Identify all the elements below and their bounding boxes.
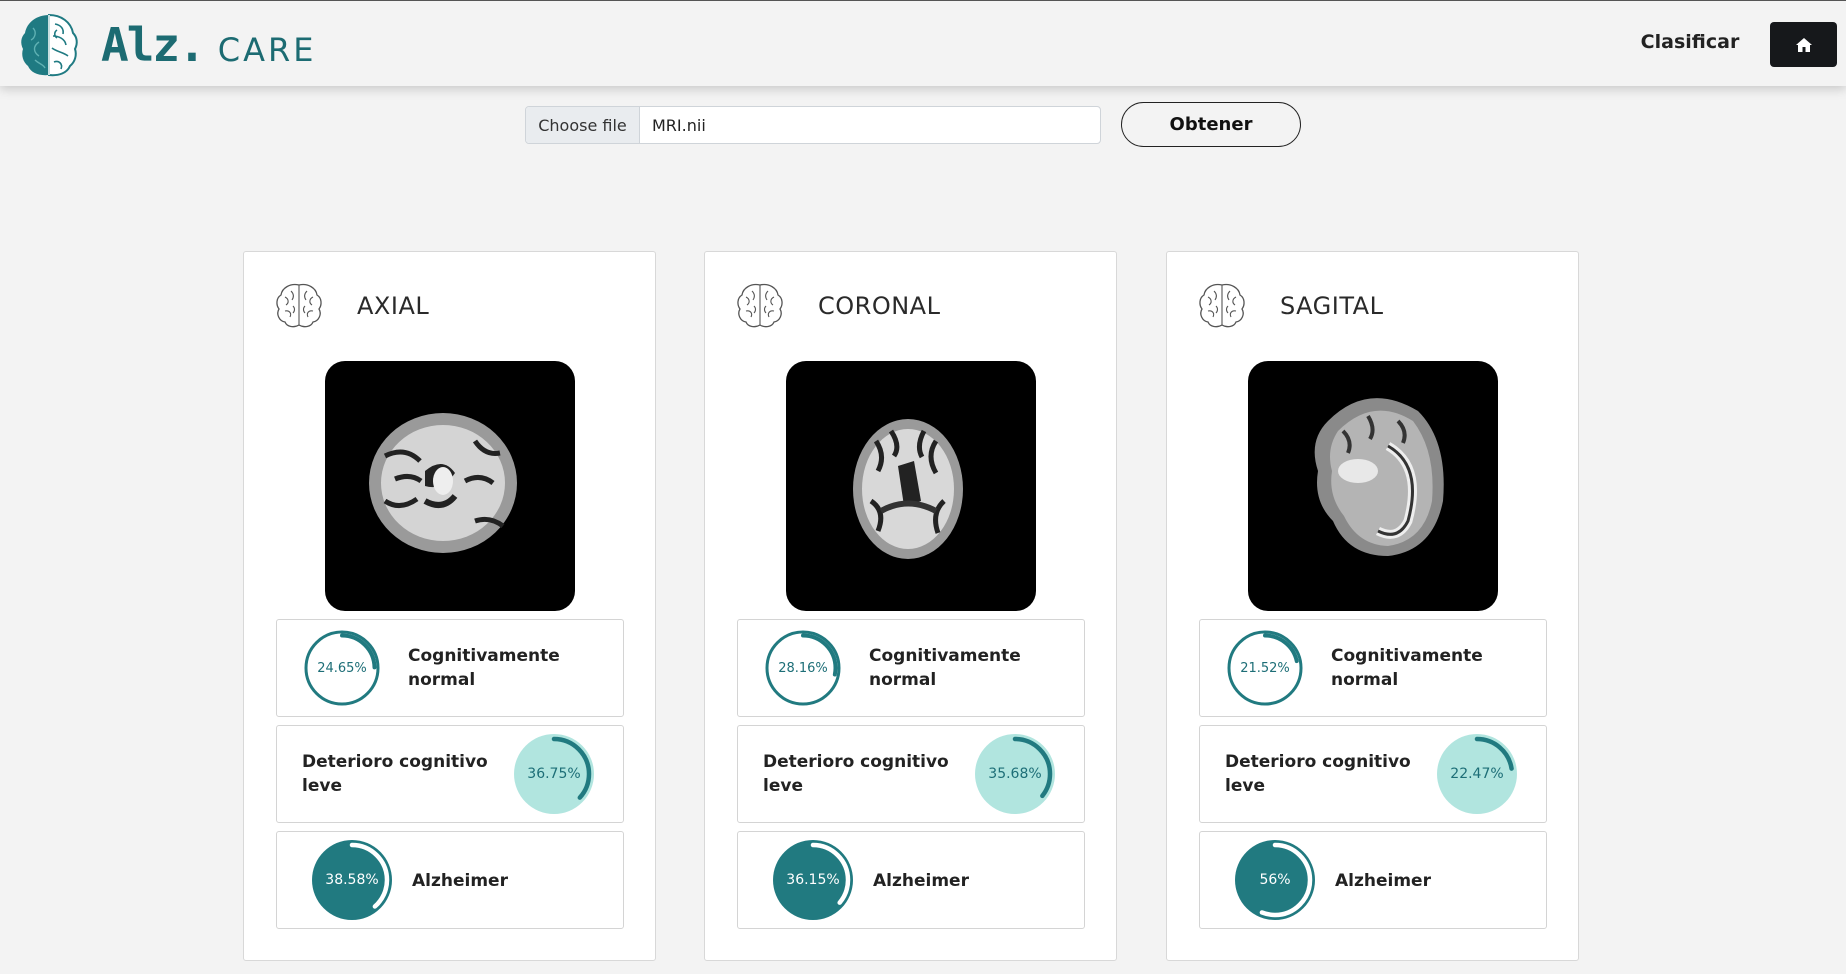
probability-value: 36.15%: [786, 872, 840, 888]
probability-value: 24.65%: [317, 660, 367, 676]
class-label-line2: leve: [1225, 776, 1265, 796]
class-label-line1: Deterioro cognitivo: [763, 752, 949, 772]
probability-value: 35.68%: [988, 766, 1042, 782]
class-label-line1: Deterioro cognitivo: [1225, 752, 1411, 772]
view-card-axial: AXIAL 24.65% Cognitivamente normal 36.75% Det…: [243, 251, 656, 961]
probability-value: 21.52%: [1240, 660, 1290, 676]
probability-value: 38.58%: [325, 872, 379, 888]
class-label: Cognitivamente normal: [408, 644, 560, 692]
mri-scan-axial: [325, 361, 575, 611]
class-label: Alzheimer: [1335, 869, 1431, 893]
view-card-sagital: SAGITAL 21.52% Cognitivamente normal 22.47% D…: [1166, 251, 1579, 961]
brain-icon: [734, 279, 786, 331]
selected-file-name: MRI.nii: [652, 115, 706, 135]
class-label: Alzheimer: [412, 869, 508, 893]
mri-scan-coronal: [786, 361, 1036, 611]
choose-file-button[interactable]: Choose file: [526, 107, 640, 143]
class-label: Alzheimer: [873, 869, 969, 893]
class-label-line1: Cognitivamente: [408, 646, 560, 666]
class-label-line2: normal: [1331, 670, 1399, 690]
probability-ring: 21.52%: [1224, 627, 1306, 709]
probability-value: 22.47%: [1450, 766, 1504, 782]
brain-icon: [273, 279, 325, 331]
brain-logo-icon: [21, 13, 78, 77]
card-title: CORONAL: [818, 292, 941, 320]
probability-ring: 24.65%: [301, 627, 383, 709]
class-label-line2: normal: [869, 670, 937, 690]
brand-alz: Alz.: [101, 18, 206, 72]
home-icon: [1795, 37, 1812, 52]
class-label: Cognitivamente normal: [869, 644, 1021, 692]
class-label-line2: leve: [763, 776, 803, 796]
result-row: 21.52% Cognitivamente normal: [1199, 619, 1547, 717]
result-row: 24.65% Cognitivamente normal: [276, 619, 624, 717]
card-title: SAGITAL: [1280, 292, 1384, 320]
brand-wordmark: Alz. CARE: [101, 18, 316, 72]
probability-ring: 28.16%: [762, 627, 844, 709]
result-row: 22.47% Deterioro cognitivo leve: [1199, 725, 1547, 823]
brain-icon: [1196, 279, 1248, 331]
probability-ring: 36.75%: [513, 733, 595, 815]
probability-value: 56%: [1259, 872, 1291, 888]
home-button[interactable]: [1770, 22, 1837, 67]
view-card-coronal: CORONAL 28.16% Cognitivamente normal 35.68% D…: [704, 251, 1117, 961]
class-label-line2: leve: [302, 776, 342, 796]
class-label-line2: normal: [408, 670, 476, 690]
brand-care: CARE: [217, 31, 317, 69]
probability-value: 36.75%: [527, 766, 581, 782]
class-label: Deterioro cognitivo leve: [302, 750, 488, 798]
probability-ring: 56%: [1234, 839, 1316, 921]
brand-logo[interactable]: Alz. CARE: [19, 12, 316, 78]
class-label-line1: Cognitivamente: [1331, 646, 1483, 666]
class-label: Deterioro cognitivo leve: [1225, 750, 1411, 798]
probability-value: 28.16%: [778, 660, 828, 676]
result-row: 28.16% Cognitivamente normal: [737, 619, 1085, 717]
class-label-line1: Alzheimer: [412, 871, 508, 891]
obtener-button[interactable]: Obtener: [1121, 102, 1301, 147]
file-upload-field[interactable]: Choose file MRI.nii: [525, 106, 1101, 144]
class-label-line1: Alzheimer: [1335, 871, 1431, 891]
mri-scan-sagital: [1248, 361, 1498, 611]
class-label-line1: Cognitivamente: [869, 646, 1021, 666]
probability-ring: 35.68%: [974, 733, 1056, 815]
result-row: 36.75% Deterioro cognitivo leve: [276, 725, 624, 823]
class-label-line1: Alzheimer: [873, 871, 969, 891]
navbar: Alz. CARE Clasificar: [0, 0, 1846, 86]
result-row: 35.68% Deterioro cognitivo leve: [737, 725, 1085, 823]
probability-ring: 36.15%: [772, 839, 854, 921]
class-label: Deterioro cognitivo leve: [763, 750, 949, 798]
result-row: 38.58% Alzheimer: [276, 831, 624, 929]
probability-ring: 22.47%: [1436, 733, 1518, 815]
class-label-line1: Deterioro cognitivo: [302, 752, 488, 772]
class-label: Cognitivamente normal: [1331, 644, 1483, 692]
result-row: 56% Alzheimer: [1199, 831, 1547, 929]
nav-clasificar-link[interactable]: Clasificar: [1620, 31, 1760, 53]
result-row: 36.15% Alzheimer: [737, 831, 1085, 929]
card-title: AXIAL: [357, 292, 430, 320]
probability-ring: 38.58%: [311, 839, 393, 921]
